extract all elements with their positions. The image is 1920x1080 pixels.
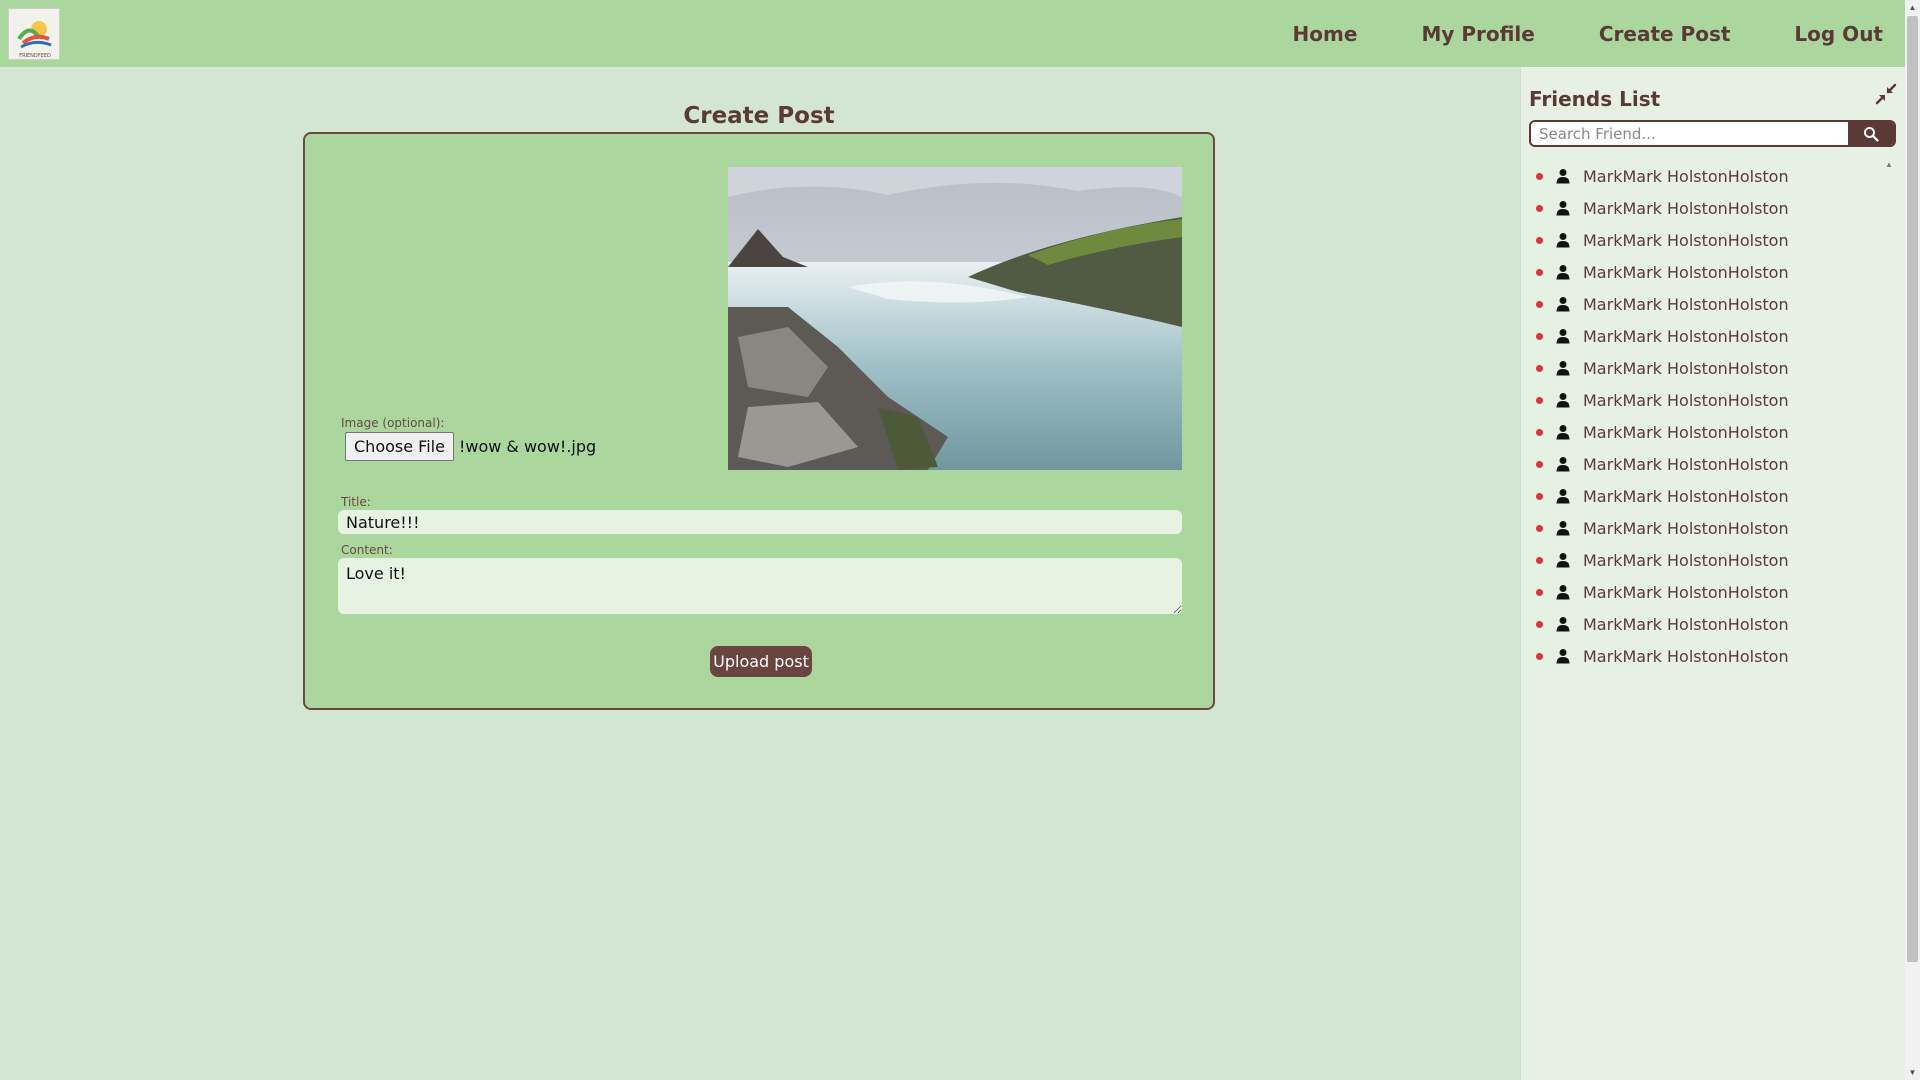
person-icon <box>1556 233 1570 248</box>
page-scrollbar[interactable]: ▲ ▼ <box>1905 0 1920 1080</box>
online-status-dot <box>1536 396 1543 404</box>
person-icon <box>1556 393 1570 408</box>
online-status-dot <box>1536 300 1543 308</box>
person-icon <box>1556 649 1570 664</box>
friend-list-item[interactable]: MarkMark HolstonHolston <box>1521 608 1881 640</box>
create-post-form: Image (optional): Choose File !wow & wow… <box>303 132 1215 710</box>
nav-home-link[interactable]: Home <box>1293 22 1358 46</box>
friend-name: MarkMark HolstonHolston <box>1583 614 1789 634</box>
panel-scroll-up-arrow[interactable]: ▲ <box>1885 160 1893 169</box>
friend-name: MarkMark HolstonHolston <box>1583 230 1789 250</box>
friend-list-item[interactable]: MarkMark HolstonHolston <box>1521 320 1881 352</box>
friend-list-item[interactable]: MarkMark HolstonHolston <box>1521 160 1881 192</box>
scroll-down-arrow[interactable]: ▼ <box>1905 1065 1920 1080</box>
person-icon <box>1556 585 1570 600</box>
logo-text: FRIENDFEED <box>19 53 51 59</box>
online-status-dot <box>1536 460 1543 468</box>
image-label: Image (optional): <box>341 416 445 430</box>
friend-list-item[interactable]: MarkMark HolstonHolston <box>1521 224 1881 256</box>
title-label: Title: <box>341 495 371 509</box>
friends-list-title: Friends List <box>1529 87 1661 111</box>
nav-my-profile-link[interactable]: My Profile <box>1421 22 1534 46</box>
image-preview <box>728 167 1182 470</box>
friend-name: MarkMark HolstonHolston <box>1583 454 1789 474</box>
content-label: Content: <box>341 543 393 557</box>
upload-post-button[interactable]: Upload post <box>710 646 812 677</box>
friend-name: MarkMark HolstonHolston <box>1583 294 1789 314</box>
friend-list-item[interactable]: MarkMark HolstonHolston <box>1521 480 1881 512</box>
choose-file-button[interactable]: Choose File <box>345 432 454 461</box>
app-logo[interactable]: FRIENDFEED <box>8 8 60 60</box>
friend-name: MarkMark HolstonHolston <box>1583 262 1789 282</box>
friend-list-item[interactable]: MarkMark HolstonHolston <box>1521 544 1881 576</box>
person-icon <box>1556 617 1570 632</box>
nav-links: Home My Profile Create Post Log Out <box>1293 0 1905 67</box>
person-icon <box>1556 457 1570 472</box>
person-icon <box>1556 553 1570 568</box>
friend-name: MarkMark HolstonHolston <box>1583 550 1789 570</box>
friend-list-item[interactable]: MarkMark HolstonHolston <box>1521 640 1881 672</box>
friend-list-item[interactable]: MarkMark HolstonHolston <box>1521 512 1881 544</box>
friend-name: MarkMark HolstonHolston <box>1583 582 1789 602</box>
person-icon <box>1556 329 1570 344</box>
page-title: Create Post <box>683 103 835 129</box>
waterfall-photo <box>728 167 1182 470</box>
selected-file-name: !wow & wow!.jpg <box>458 437 597 456</box>
friend-name: MarkMark HolstonHolston <box>1583 358 1789 378</box>
online-status-dot <box>1536 332 1543 340</box>
person-icon <box>1556 521 1570 536</box>
person-icon <box>1556 265 1570 280</box>
friend-list-item[interactable]: MarkMark HolstonHolston <box>1521 576 1881 608</box>
friend-list-item[interactable]: MarkMark HolstonHolston <box>1521 192 1881 224</box>
friend-list-item[interactable]: MarkMark HolstonHolston <box>1521 384 1881 416</box>
logo-graphic: FRIENDFEED <box>9 9 59 59</box>
person-icon <box>1556 297 1570 312</box>
online-status-dot <box>1536 556 1543 564</box>
online-status-dot <box>1536 588 1543 596</box>
online-status-dot <box>1536 204 1543 212</box>
friend-list-item[interactable]: MarkMark HolstonHolston <box>1521 352 1881 384</box>
top-navbar: FRIENDFEED Home My Profile Create Post L… <box>0 0 1905 67</box>
person-icon <box>1556 169 1570 184</box>
search-button[interactable] <box>1848 122 1894 145</box>
friend-name: MarkMark HolstonHolston <box>1583 390 1789 410</box>
online-status-dot <box>1536 428 1543 436</box>
search-icon <box>1864 126 1879 142</box>
person-icon <box>1556 489 1570 504</box>
friend-name: MarkMark HolstonHolston <box>1583 422 1789 442</box>
friend-list-item[interactable]: MarkMark HolstonHolston <box>1521 256 1881 288</box>
friend-list-item[interactable]: MarkMark HolstonHolston <box>1521 288 1881 320</box>
scroll-up-arrow[interactable]: ▲ <box>1905 0 1920 15</box>
person-icon <box>1556 425 1570 440</box>
friend-name: MarkMark HolstonHolston <box>1583 166 1789 186</box>
friend-search <box>1529 120 1896 147</box>
search-friend-input[interactable] <box>1531 122 1848 145</box>
nav-log-out-link[interactable]: Log Out <box>1794 22 1883 46</box>
online-status-dot <box>1536 524 1543 532</box>
friend-name: MarkMark HolstonHolston <box>1583 486 1789 506</box>
online-status-dot <box>1536 172 1543 180</box>
online-status-dot <box>1536 268 1543 276</box>
collapse-icon[interactable] <box>1875 83 1897 105</box>
online-status-dot <box>1536 236 1543 244</box>
online-status-dot <box>1536 364 1543 372</box>
online-status-dot <box>1536 652 1543 660</box>
scroll-thumb[interactable] <box>1907 16 1918 962</box>
title-input[interactable] <box>338 510 1182 534</box>
online-status-dot <box>1536 620 1543 628</box>
online-status-dot <box>1536 492 1543 500</box>
friend-list-item[interactable]: MarkMark HolstonHolston <box>1521 448 1881 480</box>
friends-panel: Friends List ▲ MarkMark HolstonHolstonMa… <box>1520 67 1905 1080</box>
friend-list: MarkMark HolstonHolston MarkMark HolstonH… <box>1521 160 1881 672</box>
friend-name: MarkMark HolstonHolston <box>1583 646 1789 666</box>
friend-list-item[interactable]: MarkMark HolstonHolston <box>1521 416 1881 448</box>
file-input[interactable]: Choose File !wow & wow!.jpg <box>345 432 596 461</box>
friend-name: MarkMark HolstonHolston <box>1583 198 1789 218</box>
nav-create-post-link[interactable]: Create Post <box>1599 22 1731 46</box>
person-icon <box>1556 361 1570 376</box>
content-textarea[interactable]: Love it! <box>338 558 1182 614</box>
person-icon <box>1556 201 1570 216</box>
friend-name: MarkMark HolstonHolston <box>1583 518 1789 538</box>
friend-name: MarkMark HolstonHolston <box>1583 326 1789 346</box>
